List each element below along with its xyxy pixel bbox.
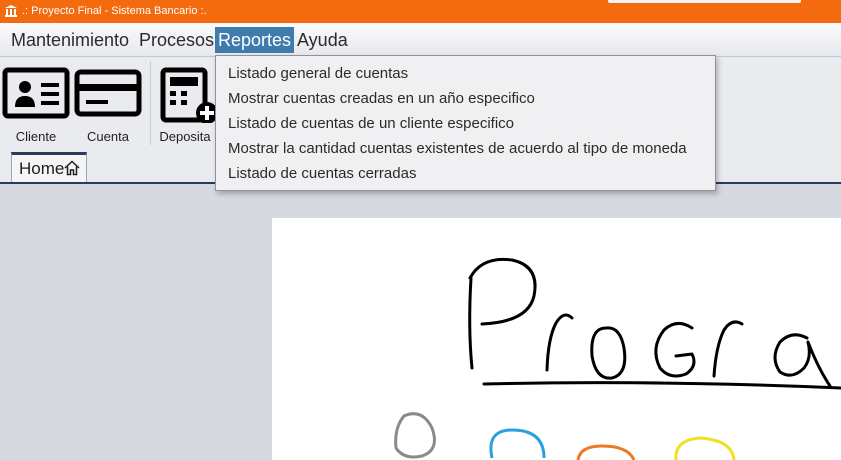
- tool-deposita-label: Deposita: [159, 129, 211, 144]
- drawing-canvas: [272, 218, 841, 460]
- tool-deposita-button[interactable]: Deposita: [152, 57, 224, 149]
- credit-card-icon: [74, 69, 142, 117]
- home-icon: [64, 160, 80, 176]
- reportes-dropdown-menu: Listado general de cuentas Mostrar cuent…: [215, 55, 716, 191]
- menubar: Mantenimiento Procesos Reportes Ayuda: [0, 23, 841, 57]
- tool-cuenta-label: Cuenta: [87, 129, 129, 144]
- menu-item-cuentas-por-anio[interactable]: Mostrar cuentas creadas en un año especi…: [228, 87, 535, 111]
- tab-home-label: Home: [19, 159, 65, 178]
- menu-item-cuentas-cerradas[interactable]: Listado de cuentas cerradas: [228, 162, 416, 186]
- tab-home[interactable]: Home: [11, 152, 87, 183]
- menu-item-cantidad-por-moneda[interactable]: Mostrar la cantidad cuentas existentes d…: [228, 137, 687, 161]
- menu-ayuda[interactable]: Ayuda: [295, 27, 350, 53]
- menu-procesos[interactable]: Procesos: [137, 27, 216, 53]
- menu-reportes[interactable]: Reportes: [215, 27, 295, 53]
- menu-mantenimiento[interactable]: Mantenimiento: [9, 27, 131, 53]
- tool-cliente-button[interactable]: Cliente: [0, 57, 72, 149]
- titlebar-field: [608, 0, 801, 3]
- bank-icon: [5, 5, 17, 17]
- window-title: .: Proyecto Final - Sistema Bancario :.: [22, 5, 207, 17]
- calculator-plus-icon: [160, 67, 218, 123]
- menu-item-listado-general[interactable]: Listado general de cuentas: [228, 62, 408, 86]
- tool-cuenta-button[interactable]: Cuenta: [72, 57, 144, 149]
- window-titlebar: .: Proyecto Final - Sistema Bancario :.: [0, 0, 841, 23]
- menu-item-cuentas-por-cliente[interactable]: Listado de cuentas de un cliente especif…: [228, 112, 514, 136]
- id-card-icon: [2, 67, 70, 119]
- handwritten-sketch-image: [394, 257, 841, 460]
- tool-cliente-label: Cliente: [15, 129, 57, 144]
